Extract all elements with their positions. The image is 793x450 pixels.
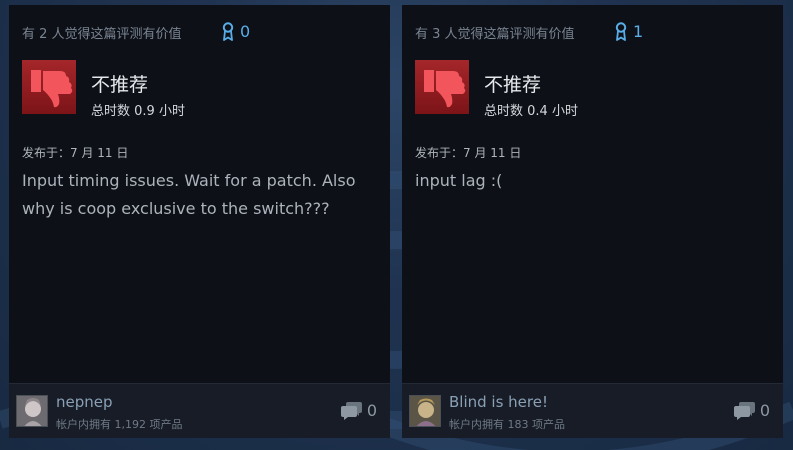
posted-date: 发布于：7 月 11 日 [415, 146, 522, 160]
playtime-hours: 总时数 0.4 小时 [484, 104, 578, 119]
verdict-title: 不推荐 [484, 74, 542, 96]
award-count: 1 [633, 22, 644, 41]
avatar[interactable] [16, 395, 48, 427]
comment-count: 0 [366, 401, 377, 420]
comments-button[interactable] [734, 401, 756, 421]
verdict-title: 不推荐 [91, 74, 149, 96]
comments-icon [734, 401, 756, 421]
posted-date: 发布于：7 月 11 日 [22, 146, 129, 160]
thumbs-down-icon [22, 60, 76, 114]
not-recommended-badge [415, 60, 469, 114]
avatar[interactable] [409, 395, 441, 427]
author-name[interactable]: Blind is here! [449, 393, 548, 411]
thumbs-down-icon [415, 60, 469, 114]
playtime-hours: 总时数 0.9 小时 [91, 104, 185, 119]
review-footer: nepnep 帐户内拥有 1,192 项产品 0 [9, 383, 390, 438]
award-button[interactable]: 1 [615, 22, 643, 41]
comment-count: 0 [759, 401, 770, 420]
review-body: Input timing issues. Wait for a patch. A… [22, 171, 356, 218]
comments-icon [341, 401, 363, 421]
review-card: 有 3 人觉得这篇评测有价值 1 不推荐 总时数 0.4 小时 发布于：7 月 … [402, 5, 783, 438]
award-ribbon-icon [222, 22, 234, 41]
review-footer: Blind is here! 帐户内拥有 183 项产品 0 [402, 383, 783, 438]
review-card: 有 2 人觉得这篇评测有价值 0 不推荐 总时数 0.9 小时 发布于：7 月 … [9, 5, 390, 438]
author-products-owned: 帐户内拥有 1,192 项产品 [56, 418, 183, 431]
not-recommended-badge [22, 60, 76, 114]
review-body: input lag :( [415, 171, 503, 190]
award-count: 0 [240, 22, 251, 41]
award-ribbon-icon [615, 22, 627, 41]
comments-button[interactable] [341, 401, 363, 421]
award-button[interactable]: 0 [222, 22, 250, 41]
helpful-count-text: 有 3 人觉得这篇评测有价值 [415, 27, 575, 42]
author-products-owned: 帐户内拥有 183 项产品 [449, 418, 565, 431]
helpful-count-text: 有 2 人觉得这篇评测有价值 [22, 27, 182, 42]
author-name[interactable]: nepnep [56, 393, 113, 411]
